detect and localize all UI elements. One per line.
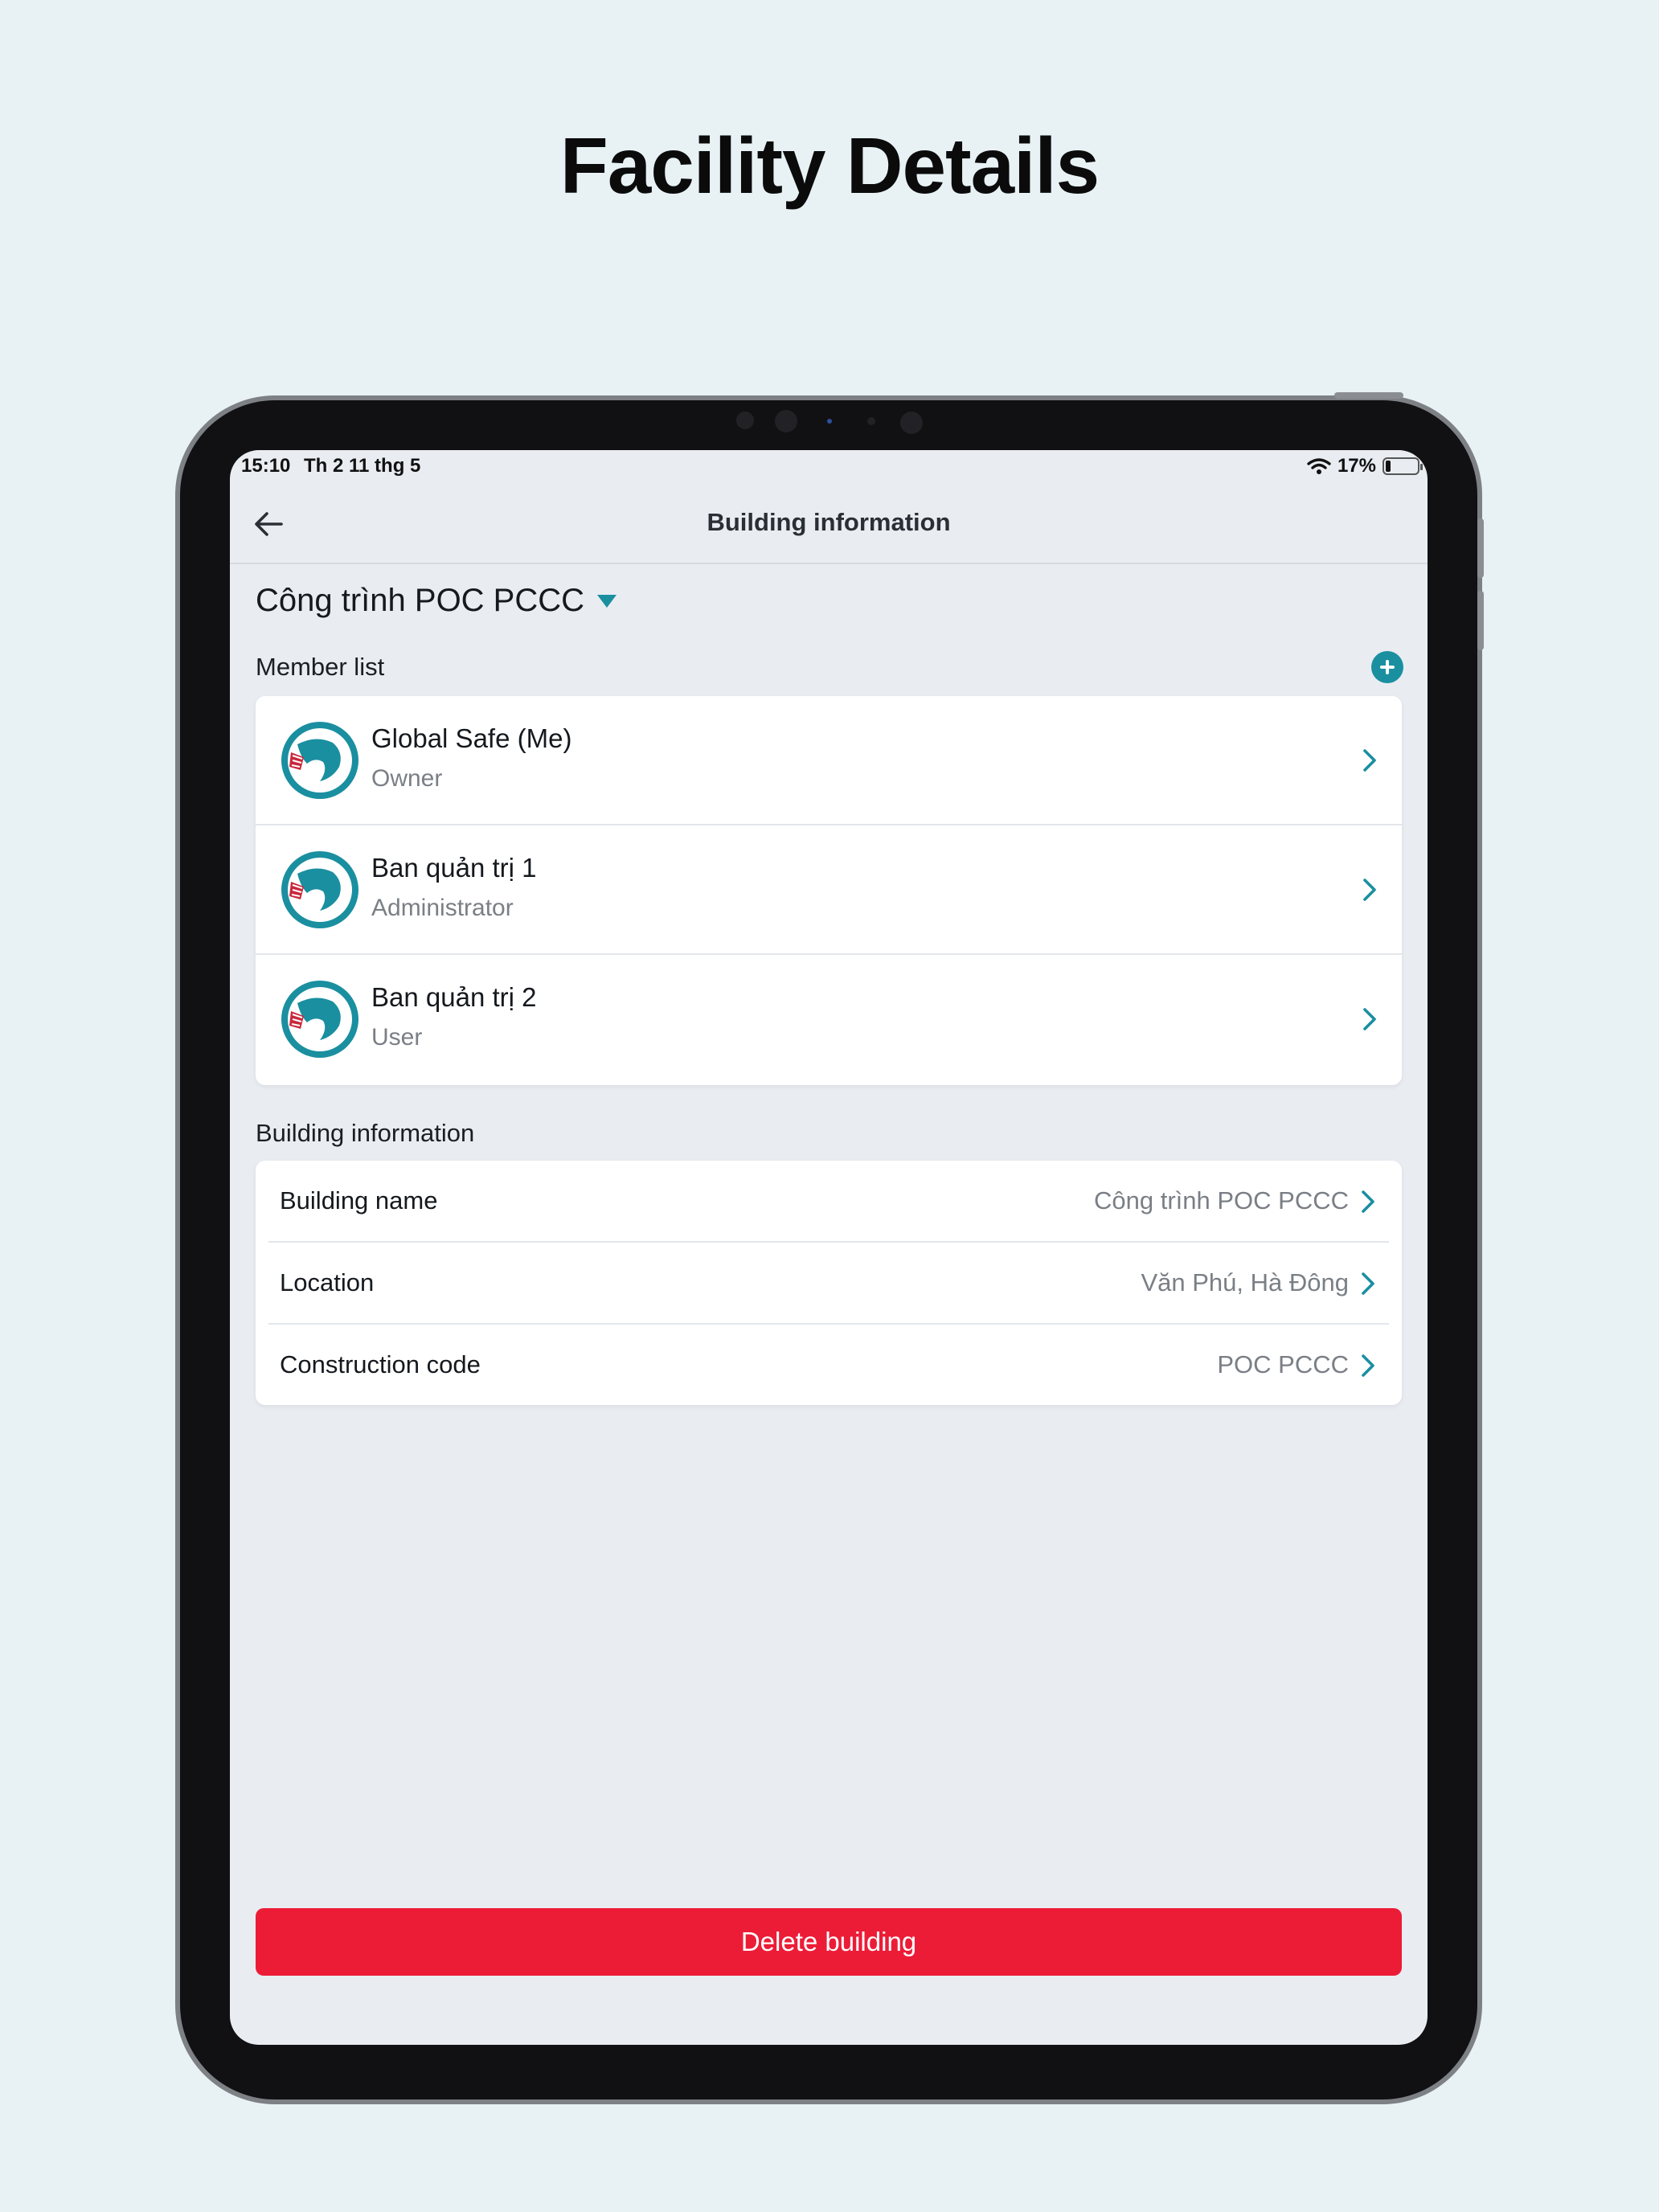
member-name: Global Safe (Me) (371, 723, 572, 753)
top-navbar: Building information (230, 484, 1428, 564)
camera-icon (775, 410, 797, 432)
power-button (1334, 392, 1403, 399)
sensor-dot-icon (867, 417, 875, 425)
chevron-right-icon (1363, 749, 1376, 772)
camera-indicator-icon (827, 419, 832, 424)
battery-tip (1420, 464, 1423, 470)
building-info-title: Building information (256, 1119, 475, 1147)
member-list-title: Member list (256, 653, 385, 681)
page-headline: Facility Details (559, 121, 1100, 210)
member-role: Administrator (371, 895, 514, 921)
battery-level (1386, 461, 1391, 472)
member-row[interactable]: Ban quản trị 2 User (256, 955, 1402, 1084)
sensor-right-icon (900, 412, 923, 434)
member-name: Ban quản trị 1 (371, 853, 537, 883)
member-row[interactable]: Global Safe (Me) Owner (256, 696, 1402, 825)
status-indicators: 17% (1307, 455, 1423, 477)
info-label: Location (280, 1268, 375, 1296)
info-value: POC PCCC (1217, 1350, 1349, 1378)
building-selector[interactable]: Công trình POC PCCC (256, 583, 617, 619)
delete-building-button[interactable]: Delete building (256, 1908, 1402, 1976)
chevron-right-icon (1362, 1354, 1374, 1377)
app-screen: 15:10 Th 2 11 thg 5 17% Building informa… (230, 450, 1428, 2045)
building-info-list: Building name Công trình POC PCCC Locati… (256, 1161, 1402, 1405)
status-time: 15:10 (241, 455, 291, 477)
avatar-logo-icon (281, 981, 358, 1058)
volume-button-top (1477, 518, 1484, 578)
chevron-right-icon (1363, 1008, 1376, 1030)
volume-button-bottom (1477, 591, 1484, 650)
info-row-building-name[interactable]: Building name Công trình POC PCCC (268, 1161, 1389, 1243)
chevron-right-icon (1362, 1272, 1374, 1295)
battery-percent: 17% (1337, 455, 1376, 477)
battery-icon (1382, 457, 1423, 475)
add-member-button[interactable] (1371, 651, 1403, 683)
status-date: Th 2 11 thg 5 (304, 455, 421, 477)
wifi-icon (1307, 458, 1331, 474)
caret-down-icon (597, 594, 617, 608)
info-label: Building name (280, 1186, 438, 1215)
info-value: Công trình POC PCCC (1094, 1186, 1349, 1215)
info-value: Văn Phú, Hà Đông (1141, 1268, 1349, 1296)
status-bar: 15:10 Th 2 11 thg 5 17% (230, 450, 1428, 484)
member-role: User (371, 1024, 423, 1051)
chevron-right-icon (1362, 1190, 1374, 1213)
screen-title: Building information (707, 508, 951, 536)
member-row[interactable]: Ban quản trị 1 Administrator (256, 825, 1402, 955)
member-list: Global Safe (Me) Owner Ban quản trị 1 Ad… (256, 696, 1402, 1085)
member-name: Ban quản trị 2 (371, 982, 537, 1012)
building-selector-label: Công trình POC PCCC (256, 583, 585, 618)
sensor-left-icon (736, 412, 754, 429)
member-role: Owner (371, 765, 443, 792)
chevron-right-icon (1363, 879, 1376, 901)
info-row-construction-code[interactable]: Construction code POC PCCC (268, 1325, 1389, 1407)
avatar-logo-icon (281, 722, 358, 799)
avatar-logo-icon (281, 851, 358, 928)
info-row-location[interactable]: Location Văn Phú, Hà Đông (268, 1243, 1389, 1325)
info-label: Construction code (280, 1350, 481, 1378)
